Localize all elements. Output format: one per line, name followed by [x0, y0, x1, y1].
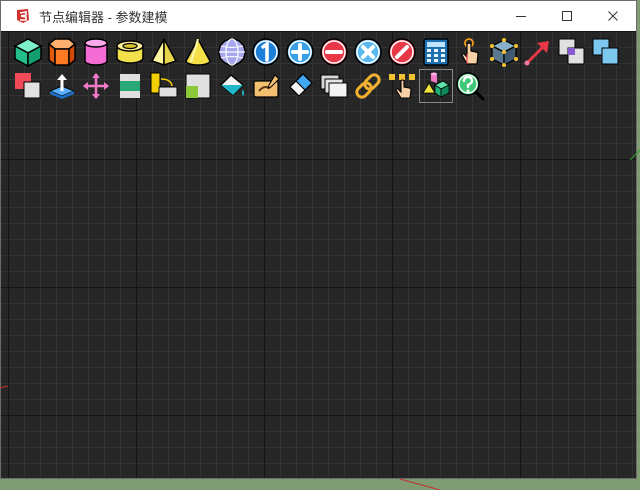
box-vertices-tool[interactable]: [487, 35, 521, 69]
number-tool[interactable]: [249, 35, 283, 69]
pyramid-tool[interactable]: [147, 35, 181, 69]
components-tool[interactable]: [419, 69, 453, 103]
overlap-tool[interactable]: [589, 35, 623, 69]
close-button[interactable]: [590, 1, 636, 31]
touch-point-tool[interactable]: [453, 35, 487, 69]
maximize-button[interactable]: [544, 1, 590, 31]
vector-tool[interactable]: [521, 35, 555, 69]
paint-tool[interactable]: [215, 69, 249, 103]
pyramid-icon: [150, 38, 178, 67]
scale-rectangle-icon: [185, 73, 211, 99]
move-arrows-icon: [83, 73, 109, 99]
tool-row-2: [11, 69, 631, 103]
intersect-tool[interactable]: [351, 35, 385, 69]
copy-tool[interactable]: [317, 69, 351, 103]
push-pull-icon: [48, 74, 76, 99]
calculator-icon: [423, 38, 449, 66]
sketchup-logo-icon: [17, 9, 29, 23]
tool-row-1: [11, 35, 631, 69]
cube-tool[interactable]: [11, 35, 45, 69]
components-icon: [422, 72, 450, 98]
slash-icon: [388, 38, 416, 66]
intersect-icon: [354, 38, 382, 66]
prism-tool[interactable]: [45, 35, 79, 69]
close-icon: [608, 11, 618, 21]
select-vertices-icon: [389, 74, 415, 99]
eraser-icon: [289, 73, 313, 97]
scale-tool[interactable]: [181, 69, 215, 103]
title-bar[interactable]: 节点编辑器 - 参数建模: [1, 1, 636, 31]
minimize-icon: [516, 16, 526, 17]
subtract-tool[interactable]: [317, 35, 351, 69]
select-vertices-tool[interactable]: [385, 69, 419, 103]
chain-link-icon: [355, 73, 381, 99]
minimize-button[interactable]: [498, 1, 544, 31]
square-difference-icon: [15, 73, 41, 99]
sphere-tool[interactable]: [215, 35, 249, 69]
overlap-squares-icon: [592, 38, 619, 65]
rotate-tool[interactable]: [147, 69, 181, 103]
move-tool[interactable]: [79, 69, 113, 103]
tube-tool[interactable]: [113, 35, 147, 69]
number-one-icon: [252, 38, 280, 66]
offset-tool[interactable]: [555, 35, 589, 69]
tool-palette: [11, 35, 631, 103]
cone-tool[interactable]: [181, 35, 215, 69]
arrow-vector-icon: [524, 41, 549, 66]
add-tool[interactable]: [283, 35, 317, 69]
paint-bucket-icon: [220, 74, 244, 96]
eraser-tool[interactable]: [283, 69, 317, 103]
tube-icon: [116, 40, 144, 64]
difference-tool[interactable]: [11, 69, 45, 103]
subtract-icon: [320, 38, 348, 66]
material-tool[interactable]: [249, 69, 283, 103]
add-icon: [286, 38, 314, 66]
maximize-icon: [562, 11, 572, 21]
box-vertices-icon: [490, 38, 518, 67]
sphere-icon: [218, 38, 246, 66]
stack-layers-icon: [120, 74, 140, 98]
help-tool[interactable]: [453, 69, 487, 103]
calculator-tool[interactable]: [419, 35, 453, 69]
cube-icon: [13, 38, 43, 68]
help-search-icon: [456, 72, 485, 101]
window-controls: [498, 1, 636, 31]
hexagonal-prism-icon: [47, 38, 77, 67]
offset-squares-icon: [558, 38, 585, 65]
layers-tool[interactable]: [113, 69, 147, 103]
window-title: 节点编辑器 - 参数建模: [39, 9, 168, 25]
rotate-rectangle-icon: [150, 72, 178, 98]
slash-tool[interactable]: [385, 35, 419, 69]
push-pull-tool[interactable]: [45, 69, 79, 103]
touch-point-icon: [461, 38, 479, 65]
cylinder-icon: [84, 38, 108, 66]
hand-material-icon: [253, 74, 280, 98]
node-editor-window: 节点编辑器 - 参数建模: [0, 0, 637, 479]
cone-icon: [185, 37, 211, 66]
cylinder-tool[interactable]: [79, 35, 113, 69]
copy-windows-icon: [320, 74, 348, 98]
link-tool[interactable]: [351, 69, 385, 103]
